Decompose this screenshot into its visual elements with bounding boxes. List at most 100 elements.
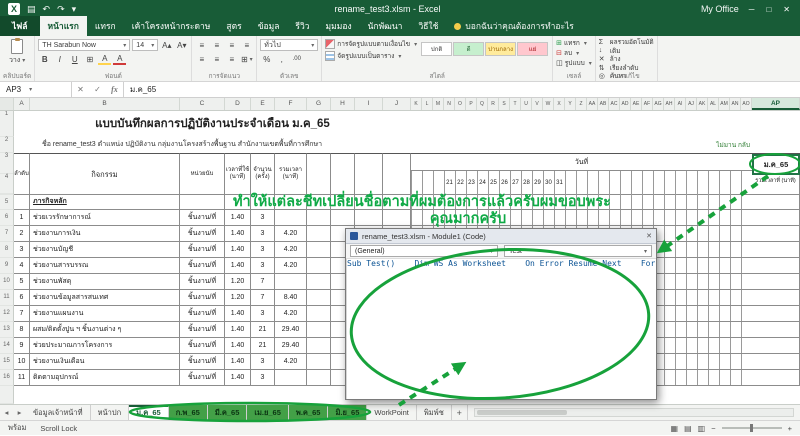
header-cell-index[interactable]: ลำดับ (14, 153, 30, 195)
day-number-cell[interactable]: 27 (510, 171, 521, 195)
cell-total[interactable]: 29.40 (275, 322, 307, 338)
cell-unit[interactable]: ชิ้นงาน/ที่ (180, 306, 225, 322)
cell-month-total[interactable] (752, 306, 800, 322)
sheet-tab[interactable]: WorkPoint (367, 405, 416, 420)
cell-total[interactable]: 8.40 (275, 290, 307, 306)
day-number-cell[interactable]: 31 (554, 171, 565, 195)
cell-qty[interactable]: 21 (251, 338, 275, 354)
sheet-tab[interactable]: พ.ค_65 (289, 405, 329, 420)
decimal-button[interactable]: .00 (290, 53, 303, 65)
zoom-out-button[interactable]: − (711, 424, 715, 433)
cell-time[interactable]: 1.40 (225, 322, 251, 338)
cell-index[interactable]: 4 (14, 258, 30, 274)
cell[interactable] (307, 338, 331, 354)
cell-total[interactable]: 4.20 (275, 226, 307, 242)
cell-activity[interactable]: ช่วยประมาณการโครงการ (30, 338, 180, 354)
cell-index[interactable]: 3 (14, 242, 30, 258)
column-header[interactable]: J (383, 98, 411, 110)
cell-unit[interactable]: ชิ้นงาน/ที่ (180, 322, 225, 338)
undo-icon[interactable]: ↶ (43, 4, 51, 15)
cell-total[interactable] (275, 370, 307, 386)
cell-month-total[interactable] (752, 258, 800, 274)
ribbon-tab[interactable]: ไฟล์ (0, 16, 40, 36)
sheet-tab[interactable]: มิ.ย_65 (328, 405, 367, 420)
cell-total[interactable]: 4.20 (275, 258, 307, 274)
cell-qty[interactable]: 7 (251, 290, 275, 306)
view-page-break-icon[interactable]: ▥ (698, 424, 706, 433)
cell-unit[interactable]: ชิ้นงาน/ที่ (180, 354, 225, 370)
account-name[interactable]: My Office (691, 4, 749, 14)
header-cell-time[interactable]: เวลาที่ใช้ (นาที) (225, 153, 251, 195)
sheet-tab[interactable]: ก.พ_65 (169, 405, 208, 420)
cell-qty[interactable]: 3 (251, 242, 275, 258)
horizontal-scrollbar[interactable] (474, 408, 794, 417)
sheet-subtitle[interactable]: ชื่อ rename_test3 ตำแหน่ง ปฏิบัติงาน กลุ… (14, 137, 411, 153)
cell-total[interactable]: 4.20 (275, 242, 307, 258)
vba-procedure-dropdown[interactable]: Test ▾ (504, 245, 652, 257)
cell-activity[interactable]: ช่วยงานข้อมูลสารสนเทศ (30, 290, 180, 306)
column-header[interactable]: D (225, 98, 251, 110)
cell-total[interactable] (275, 274, 307, 290)
ribbon-tab[interactable]: นักพัฒนา (360, 16, 411, 36)
cell[interactable] (14, 195, 30, 210)
cell-unit[interactable]: ชิ้นงาน/ที่ (180, 274, 225, 290)
vba-close-icon[interactable]: ✕ (646, 232, 652, 240)
merge-center-button[interactable]: ⊞▾ (240, 53, 253, 65)
font-color-button[interactable]: A (113, 53, 126, 65)
sheet-tab[interactable]: เม.ย_65 (247, 405, 289, 420)
header-cell-total[interactable]: รวมเวลา (นาที) (275, 153, 307, 195)
cell-qty[interactable]: 3 (251, 306, 275, 322)
cell[interactable] (307, 322, 331, 338)
column-header[interactable]: A (14, 98, 30, 110)
column-header[interactable]: F (275, 98, 307, 110)
comma-style-button[interactable]: , (275, 53, 288, 65)
row-header[interactable]: 5 (0, 195, 14, 210)
cell-activity[interactable]: ติดตามอุปกรณ์ (30, 370, 180, 386)
view-page-layout-icon[interactable]: ▤ (684, 424, 692, 433)
cell-time[interactable]: 1.40 (225, 258, 251, 274)
cell-qty[interactable]: 3 (251, 226, 275, 242)
cell[interactable] (307, 226, 331, 242)
column-header-ap[interactable]: AP (752, 98, 800, 110)
row-header[interactable]: 7 (0, 226, 14, 242)
row-header[interactable] (0, 386, 14, 404)
percent-style-button[interactable]: % (260, 53, 273, 65)
row-header[interactable]: 9 (0, 258, 14, 274)
cell-note[interactable]: ไม่มาน กลับ (411, 137, 752, 153)
ribbon-tab[interactable]: หน้าแรก (40, 16, 87, 36)
cell-category[interactable]: ภารกิจหลัก (30, 195, 180, 210)
sheet-tab[interactable]: พิมพ์ช (417, 405, 452, 420)
cell-index[interactable]: 7 (14, 306, 30, 322)
header-cell-blank[interactable] (355, 153, 383, 195)
save-icon[interactable]: ▤ (27, 4, 36, 15)
cell-qty[interactable]: 21 (251, 322, 275, 338)
cell-time[interactable]: 1.40 (225, 370, 251, 386)
tell-me-box[interactable]: บอกฉันว่าคุณต้องการทำอะไร (446, 16, 582, 36)
row-header[interactable]: 1 (0, 111, 14, 137)
column-header[interactable]: H (331, 98, 355, 110)
cell-month-total[interactable] (752, 290, 800, 306)
row-header[interactable]: 6 (0, 210, 14, 226)
cell-activity[interactable]: ช่วยงานการเงิน (30, 226, 180, 242)
cell-unit[interactable]: ชิ้นงาน/ที่ (180, 226, 225, 242)
cell[interactable] (307, 290, 331, 306)
shrink-font-button[interactable]: A▾ (175, 39, 188, 51)
enter-icon[interactable]: ✓ (94, 85, 101, 94)
cell-style-swatch[interactable]: แย่ (517, 42, 548, 56)
day-number-cell[interactable]: 29 (532, 171, 543, 195)
sheet-nav-left-icon[interactable]: ◂ (0, 405, 13, 420)
cell[interactable] (307, 258, 331, 274)
paste-button[interactable]: วาง▾ (3, 38, 31, 67)
day-number-cell[interactable]: 21 (444, 171, 455, 195)
align-top-icon[interactable]: ≡ (195, 39, 208, 51)
zoom-in-button[interactable]: + (788, 424, 792, 433)
cell-unit[interactable]: ชิ้นงาน/ที่ (180, 338, 225, 354)
cell-unit[interactable]: ชิ้นงาน/ที่ (180, 290, 225, 306)
sheet-nav-right-icon[interactable]: ▸ (13, 405, 26, 420)
qat-caret-icon[interactable]: ▾ (72, 4, 77, 15)
column-header[interactable]: I (355, 98, 383, 110)
row-header[interactable]: 11 (0, 290, 14, 306)
zoom-slider[interactable] (722, 427, 782, 429)
cells-button[interactable]: ⊟ ลบ ▾ (556, 48, 592, 58)
cell-index[interactable]: 6 (14, 290, 30, 306)
